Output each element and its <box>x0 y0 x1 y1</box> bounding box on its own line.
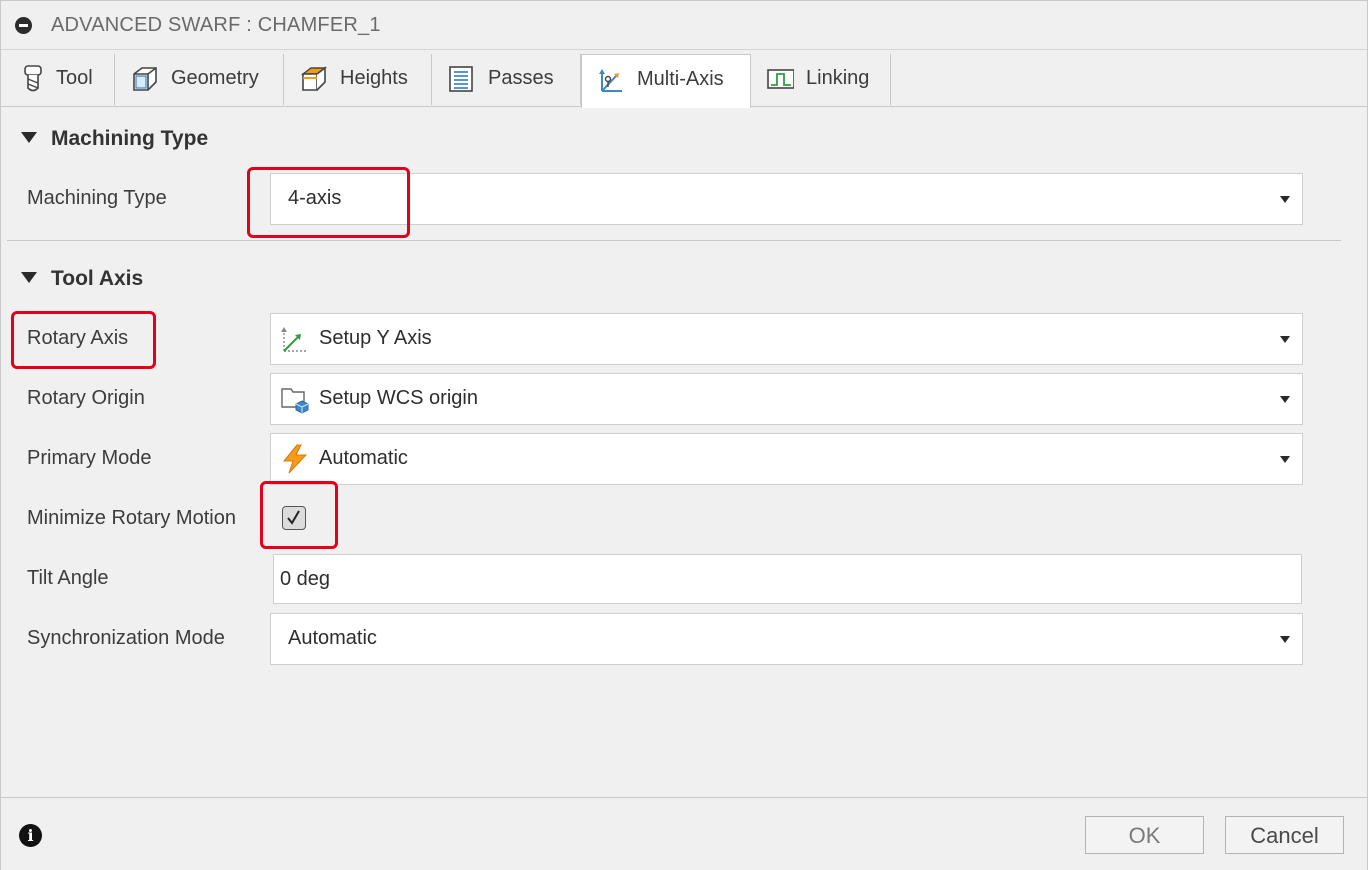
chevron-down-icon <box>1280 396 1290 403</box>
minimize-rotary-motion-label: Minimize Rotary Motion <box>27 507 236 529</box>
collapse-triangle-icon <box>21 131 37 143</box>
dialog-footer: i OK Cancel <box>1 797 1367 870</box>
tool-icon <box>24 65 42 92</box>
tilt-angle-field[interactable] <box>273 554 1302 604</box>
tab-linking[interactable]: Linking <box>751 54 891 105</box>
machining-type-select[interactable]: 4-axis <box>270 173 1303 225</box>
wcs-origin-icon <box>281 388 309 414</box>
collapse-triangle-icon <box>21 271 37 283</box>
rotary-axis-select[interactable]: Setup Y Axis <box>270 313 1303 365</box>
tab-passes-label: Passes <box>488 67 554 89</box>
tab-passes[interactable]: Passes <box>432 54 581 105</box>
synchronization-mode-value: Automatic <box>288 627 377 649</box>
tab-linking-label: Linking <box>806 67 870 89</box>
machining-type-section-header[interactable]: Machining Type <box>21 127 208 151</box>
machining-type-heading: Machining Type <box>51 127 209 150</box>
chevron-down-icon <box>1280 456 1290 463</box>
tool-axis-heading: Tool Axis <box>51 267 144 290</box>
rotary-axis-value: Setup Y Axis <box>319 327 432 349</box>
primary-mode-value: Automatic <box>319 447 408 469</box>
tool-axis-section-header[interactable]: Tool Axis <box>21 267 143 291</box>
chevron-down-icon <box>1280 336 1290 343</box>
passes-icon <box>449 66 473 92</box>
info-icon[interactable]: i <box>19 824 42 847</box>
tab-tool-label: Tool <box>56 67 93 89</box>
tab-bar: Tool Geometry Heights Passes Multi-Axis … <box>1 50 1367 108</box>
tab-multi-axis[interactable]: Multi-Axis <box>581 54 751 108</box>
chevron-down-icon <box>1280 196 1290 203</box>
tab-heights-label: Heights <box>340 67 408 89</box>
linking-icon <box>767 69 794 89</box>
ok-button[interactable]: OK <box>1085 816 1204 854</box>
swarf-dialog: ADVANCED SWARF : CHAMFER_1 Tool Geometry <box>0 0 1368 870</box>
rotary-origin-label: Rotary Origin <box>27 387 145 409</box>
highlight-box-minimize-rotary <box>260 481 338 549</box>
collapse-icon[interactable] <box>15 17 32 34</box>
dialog-title: ADVANCED SWARF : CHAMFER_1 <box>51 14 381 36</box>
rotary-origin-select[interactable]: Setup WCS origin <box>270 373 1303 425</box>
tab-geometry-label: Geometry <box>171 67 259 89</box>
synchronization-mode-label: Synchronization Mode <box>27 627 225 649</box>
geometry-icon <box>133 67 157 91</box>
heights-icon <box>300 66 327 91</box>
primary-mode-label: Primary Mode <box>27 447 152 469</box>
chevron-down-icon <box>1280 636 1290 643</box>
lightning-icon <box>282 444 308 474</box>
highlight-box-rotary-axis <box>11 311 156 369</box>
rotary-origin-value: Setup WCS origin <box>319 387 478 409</box>
tilt-angle-label: Tilt Angle <box>27 567 109 589</box>
section-divider <box>7 240 1341 241</box>
multi-axis-icon <box>599 69 622 92</box>
tab-geometry[interactable]: Geometry <box>115 54 284 105</box>
synchronization-mode-select[interactable]: Automatic <box>270 613 1303 665</box>
tab-heights[interactable]: Heights <box>284 54 432 105</box>
cancel-button[interactable]: Cancel <box>1225 816 1344 854</box>
machining-type-label: Machining Type <box>27 187 167 209</box>
primary-mode-select[interactable]: Automatic <box>270 433 1303 485</box>
title-bar: ADVANCED SWARF : CHAMFER_1 <box>1 1 1367 50</box>
highlight-box-machining-type <box>247 167 410 238</box>
tab-tool[interactable]: Tool <box>4 54 115 105</box>
axis-icon <box>281 327 307 352</box>
tab-multi-axis-label: Multi-Axis <box>637 68 724 90</box>
tilt-angle-input[interactable] <box>274 555 1301 603</box>
